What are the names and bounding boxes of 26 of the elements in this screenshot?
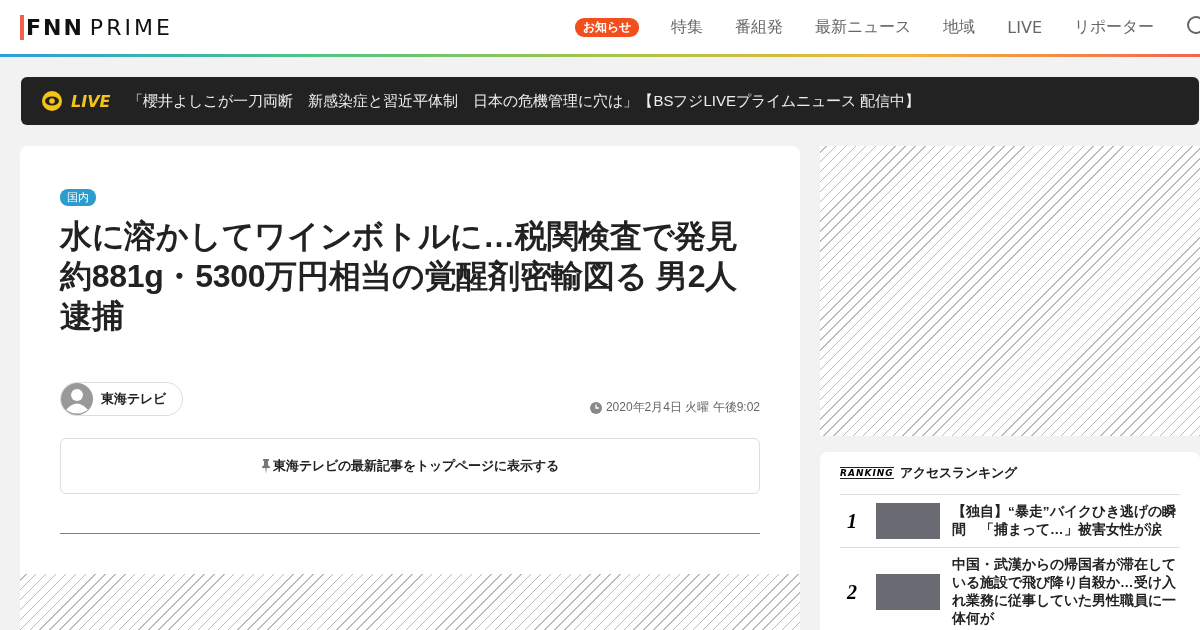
site-logo[interactable]: FNN PRIME: [20, 14, 173, 40]
rank-number: 2: [845, 580, 858, 604]
eye-icon: [41, 90, 63, 112]
nav-link[interactable]: リポーター: [1074, 16, 1154, 38]
photo-placeholder: [876, 503, 940, 539]
source-name: 東海テレビ: [101, 390, 166, 408]
avatar-icon: [61, 383, 93, 415]
nav-link[interactable]: 番組発: [735, 16, 784, 38]
nav-link[interactable]: 最新ニュース: [815, 16, 912, 38]
ranking-tag: RANKING: [840, 467, 894, 479]
ranking-link[interactable]: 【独自】“暴走”バイクひき逃げの瞬間 「捕まって…」被害女性が涙: [952, 503, 1176, 539]
nav-link[interactable]: 地域: [943, 16, 976, 38]
live-label: LIVE: [71, 91, 111, 111]
pin-source-button[interactable]: 東海テレビの最新記事をトップページに表示する: [60, 438, 760, 494]
rank-number: 1: [846, 509, 858, 533]
live-headline: 「櫻井よしこが一刀両断 新感染症と習近平体制 日本の危機管理に穴は」【BSフジLIVEプライムニュース 配信中】: [128, 91, 921, 111]
nav-link[interactable]: LIVE: [1007, 17, 1042, 37]
ranking-link[interactable]: 中国・武漢からの帰国者が滞在している施設で飛び降り自殺か…受け入れ業務に従事していた男性職員に一体何が: [952, 556, 1176, 628]
notice-badge[interactable]: お知らせ: [575, 17, 640, 37]
clock-icon: [589, 401, 602, 414]
photo-placeholder: [876, 574, 940, 610]
publish-date: 2020年2月4日 火曜 午後9:02: [605, 399, 760, 416]
nav-link[interactable]: 特集: [671, 16, 704, 38]
live-banner[interactable]: LIVE 「櫻井よしこが一刀両断 新感染症と習近平体制 日本の危機管理に穴は」【BSフジLIVEプライムニュース 配信中】: [21, 77, 1199, 125]
ranking-title: アクセスランキング: [899, 464, 1017, 482]
article-title: 水に溶かしてワインボトルに…税関検査で発見約881g・5300万円相当の覚醒剤密輸図る 男2人逮捕: [60, 217, 739, 336]
